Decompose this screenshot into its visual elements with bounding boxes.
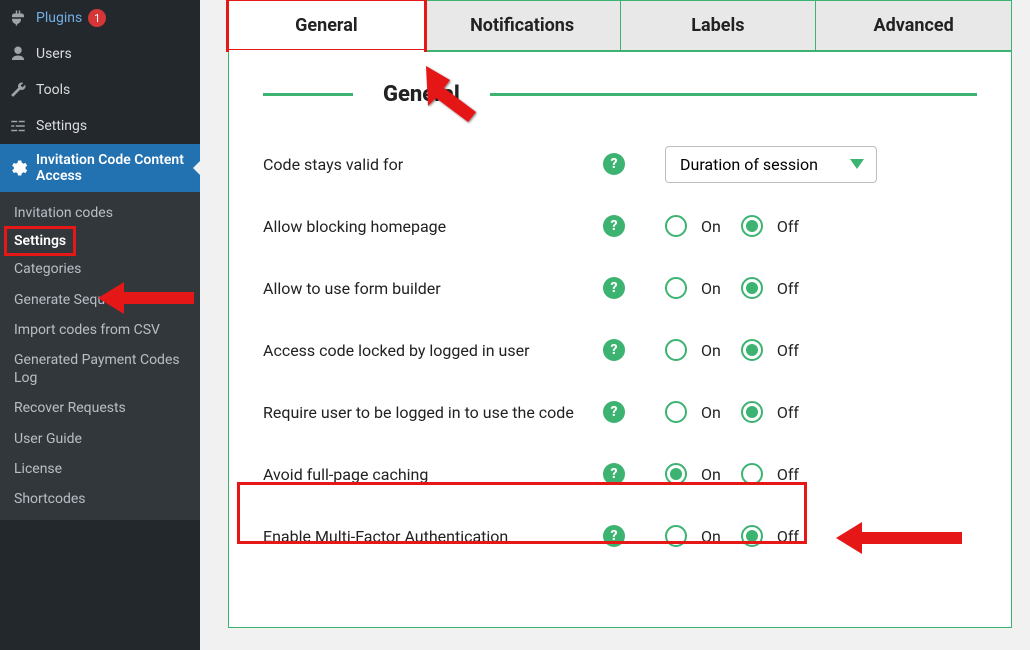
radio-off[interactable] — [741, 215, 763, 237]
submenu-settings[interactable]: Settings — [6, 228, 74, 254]
radio-on-label[interactable]: On — [701, 279, 721, 298]
option-label: Allow blocking homepage — [263, 217, 603, 236]
nav-settings[interactable]: Settings — [0, 108, 200, 144]
help-icon[interactable]: ? — [603, 215, 625, 237]
plug-icon — [8, 8, 28, 28]
option-label: Enable Multi-Factor Authentication — [263, 527, 603, 546]
nav-invitation-code-content-access[interactable]: Invitation Code Content Access — [0, 144, 200, 192]
submenu-import-codes-from-csv[interactable]: Import codes from CSV — [0, 315, 200, 345]
tab-bar: General Notifications Labels Advanced — [228, 0, 1012, 52]
option-label: Avoid full-page caching — [263, 465, 603, 484]
row-require-logged-in: Require user to be logged in to use the … — [263, 381, 977, 443]
admin-sidebar: Plugins 1 Users Tools Settings Invitatio… — [0, 0, 200, 650]
user-icon — [8, 44, 28, 64]
tab-advanced[interactable]: Advanced — [816, 0, 1012, 50]
help-icon[interactable]: ? — [603, 339, 625, 361]
select-value: Duration of session — [680, 155, 818, 174]
radio-on-label[interactable]: On — [701, 527, 721, 546]
submenu-generate-sequence-codes[interactable]: Generate Sequence codes — [0, 285, 200, 315]
section-title: General — [383, 82, 460, 107]
radio-on[interactable] — [665, 401, 687, 423]
radio-on[interactable] — [665, 463, 687, 485]
submenu-invitation-codes[interactable]: Invitation codes — [0, 198, 200, 228]
help-icon[interactable]: ? — [603, 525, 625, 547]
submenu-license[interactable]: License — [0, 454, 200, 484]
option-label: Require user to be logged in to use the … — [263, 403, 603, 422]
section-heading: General — [263, 82, 977, 107]
radio-off-label[interactable]: Off — [777, 465, 799, 484]
radio-on-label[interactable]: On — [701, 403, 721, 422]
option-label: Access code locked by logged in user — [263, 341, 603, 360]
code-valid-duration-select[interactable]: Duration of session — [665, 146, 877, 183]
sliders-icon — [8, 116, 28, 136]
radio-off-label[interactable]: Off — [777, 527, 799, 546]
nav-label: Users — [36, 46, 72, 62]
submenu-categories[interactable]: Categories — [0, 254, 200, 284]
nav-tools[interactable]: Tools — [0, 72, 200, 108]
radio-on-label[interactable]: On — [701, 465, 721, 484]
nav-label: Plugins — [36, 10, 82, 26]
option-label: Code stays valid for — [263, 155, 603, 174]
row-allow-form-builder: Allow to use form builder ? On Off — [263, 257, 977, 319]
radio-off-label[interactable]: Off — [777, 341, 799, 360]
row-avoid-full-page-caching: Avoid full-page caching ? On Off — [263, 443, 977, 505]
divider-line-icon — [490, 93, 977, 96]
radio-off[interactable] — [741, 339, 763, 361]
wrench-icon — [8, 80, 28, 100]
nav-label: Tools — [36, 82, 70, 98]
tab-labels[interactable]: Labels — [621, 0, 817, 50]
radio-on-label[interactable]: On — [701, 217, 721, 236]
radio-off-label[interactable]: Off — [777, 217, 799, 236]
nav-users[interactable]: Users — [0, 36, 200, 72]
row-allow-blocking-homepage: Allow blocking homepage ? On Off — [263, 195, 977, 257]
submenu-shortcodes[interactable]: Shortcodes — [0, 484, 200, 514]
radio-on[interactable] — [665, 277, 687, 299]
gear-icon — [8, 158, 28, 178]
row-enable-mfa: Enable Multi-Factor Authentication ? On … — [263, 505, 977, 567]
help-icon[interactable]: ? — [603, 153, 625, 175]
submenu-generated-payment-codes-log[interactable]: Generated Payment Codes Log — [0, 345, 200, 393]
submenu-recover-requests[interactable]: Recover Requests — [0, 393, 200, 423]
radio-on[interactable] — [665, 215, 687, 237]
row-code-stays-valid-for: Code stays valid for ? Duration of sessi… — [263, 133, 977, 195]
settings-panel: General Code stays valid for ? Duration … — [228, 52, 1012, 628]
radio-on[interactable] — [665, 525, 687, 547]
main-content: General Notifications Labels Advanced Ge… — [200, 0, 1030, 650]
radio-off-label[interactable]: Off — [777, 279, 799, 298]
nav-plugins[interactable]: Plugins 1 — [0, 0, 200, 36]
update-badge: 1 — [88, 9, 106, 27]
radio-off[interactable] — [741, 401, 763, 423]
row-access-code-locked: Access code locked by logged in user ? O… — [263, 319, 977, 381]
help-icon[interactable]: ? — [603, 463, 625, 485]
help-icon[interactable]: ? — [603, 277, 625, 299]
nav-label: Settings — [36, 118, 87, 134]
nav-submenu: Invitation codes Settings Categories Gen… — [0, 192, 200, 520]
radio-on-label[interactable]: On — [701, 341, 721, 360]
tab-notifications[interactable]: Notifications — [425, 0, 621, 50]
submenu-user-guide[interactable]: User Guide — [0, 424, 200, 454]
option-label: Allow to use form builder — [263, 279, 603, 298]
radio-off[interactable] — [741, 277, 763, 299]
tab-general[interactable]: General — [228, 0, 425, 50]
radio-off[interactable] — [741, 525, 763, 547]
nav-label: Invitation Code Content Access — [36, 152, 188, 184]
active-arrow-icon — [193, 160, 201, 176]
radio-off[interactable] — [741, 463, 763, 485]
chevron-down-icon — [850, 159, 864, 169]
radio-off-label[interactable]: Off — [777, 403, 799, 422]
radio-on[interactable] — [665, 339, 687, 361]
divider-line-icon — [263, 93, 353, 96]
help-icon[interactable]: ? — [603, 401, 625, 423]
